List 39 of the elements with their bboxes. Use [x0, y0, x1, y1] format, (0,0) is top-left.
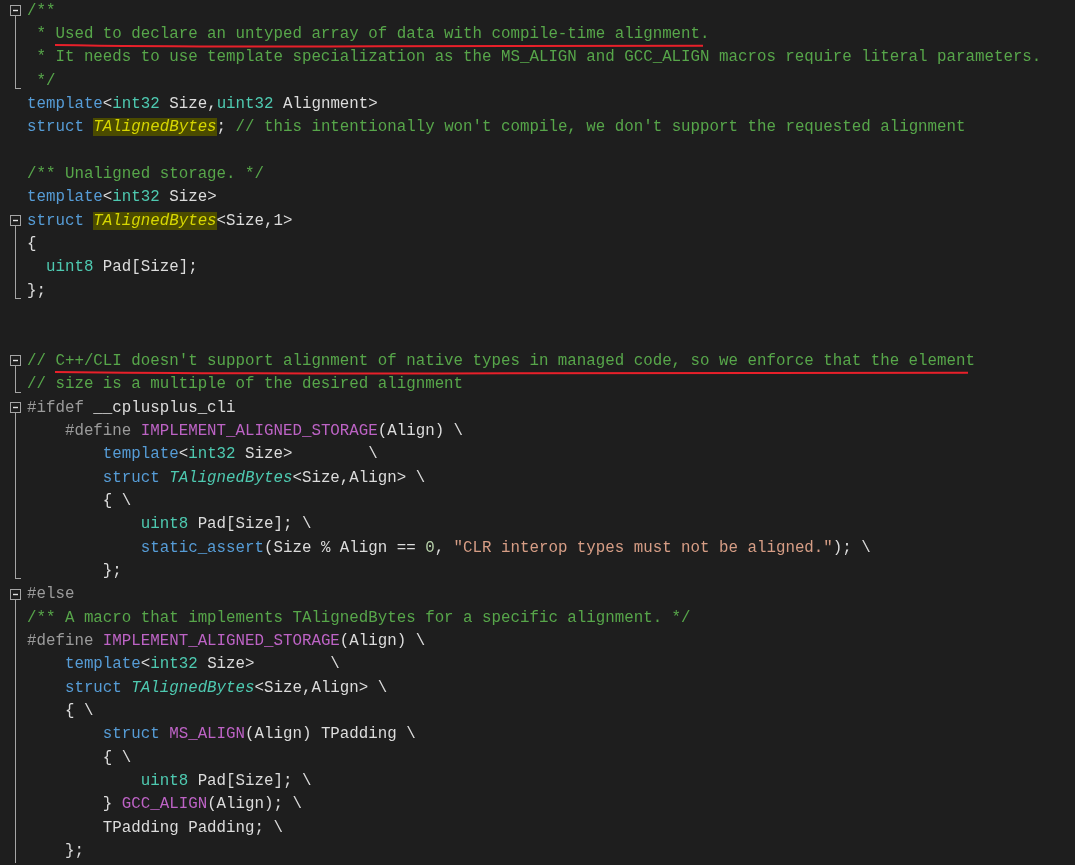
code-line: /** Unaligned storage. */	[27, 165, 264, 184]
code-line: // size is a multiple of the desired alignment	[27, 375, 464, 394]
code-line: // C++/CLI doesn't support alignment of native types in managed code, so we enforce that the element	[27, 351, 975, 370]
code-line: /** A macro that implements TAlignedBytes for a specific alignment. */	[27, 608, 691, 627]
code-line: { \	[101, 748, 132, 767]
collapse-icon[interactable]	[10, 588, 21, 600]
code-line: };	[101, 561, 122, 580]
code-line: { \	[63, 702, 94, 720]
code-line: static_assert(Size % Align == 0, "CLR interop types must not be aligned."); \	[139, 538, 871, 557]
code-line: struct TAlignedBytes<Size,1>	[27, 211, 293, 230]
code-line: struct TAlignedBytes<Size,Align> \	[101, 468, 426, 487]
code-line: uint8 Pad[Size]; \	[139, 515, 312, 534]
collapse-icon[interactable]	[10, 215, 21, 227]
code-line: { \	[101, 491, 132, 510]
code-line: struct TAlignedBytes; // this intentionally won't compile, we don't support the requested alignment	[27, 118, 966, 137]
code-line: #define IMPLEMENT_ALIGNED_STORAGE(Align) \	[27, 631, 426, 650]
code-line: };	[63, 842, 84, 861]
collapse-icon[interactable]	[10, 5, 21, 16]
code-line: #define IMPLEMENT_ALIGNED_STORAGE(Align) \	[63, 421, 464, 440]
code-line: uint8 Pad[Size]; \	[139, 772, 312, 790]
code-line: * It needs to use template specialization as the MS_ALIGN and GCC_ALIGN macros require literal parameters.	[35, 48, 1042, 67]
code-line: * Used to declare an untyped array of data with compile-time alignment.	[35, 25, 710, 43]
code-line: TPadding Padding; \	[101, 818, 283, 837]
code-line: #ifdef __cplusplus_cli	[27, 398, 236, 417]
code-line: #else	[27, 585, 75, 604]
code-line: struct MS_ALIGN(Align) TPadding \	[101, 725, 416, 744]
code-line: */	[35, 71, 56, 90]
code-line: template<int32 Size>	[27, 188, 217, 207]
code-line: template<int32 Size,uint32 Alignment>	[27, 95, 378, 114]
code-line: } GCC_ALIGN(Align); \	[101, 795, 302, 814]
collapse-icon[interactable]	[10, 355, 21, 367]
code-line: };	[27, 281, 46, 300]
code-line: {	[27, 235, 37, 254]
collapse-icon[interactable]	[10, 401, 21, 413]
code-line: template<int32 Size> \	[63, 655, 340, 674]
code-line: /**	[27, 1, 56, 20]
code-line: template<int32 Size> \	[101, 445, 378, 464]
code-line: uint8 Pad[Size];	[44, 258, 198, 277]
code-line: struct TAlignedBytes<Size,Align> \	[63, 678, 388, 697]
